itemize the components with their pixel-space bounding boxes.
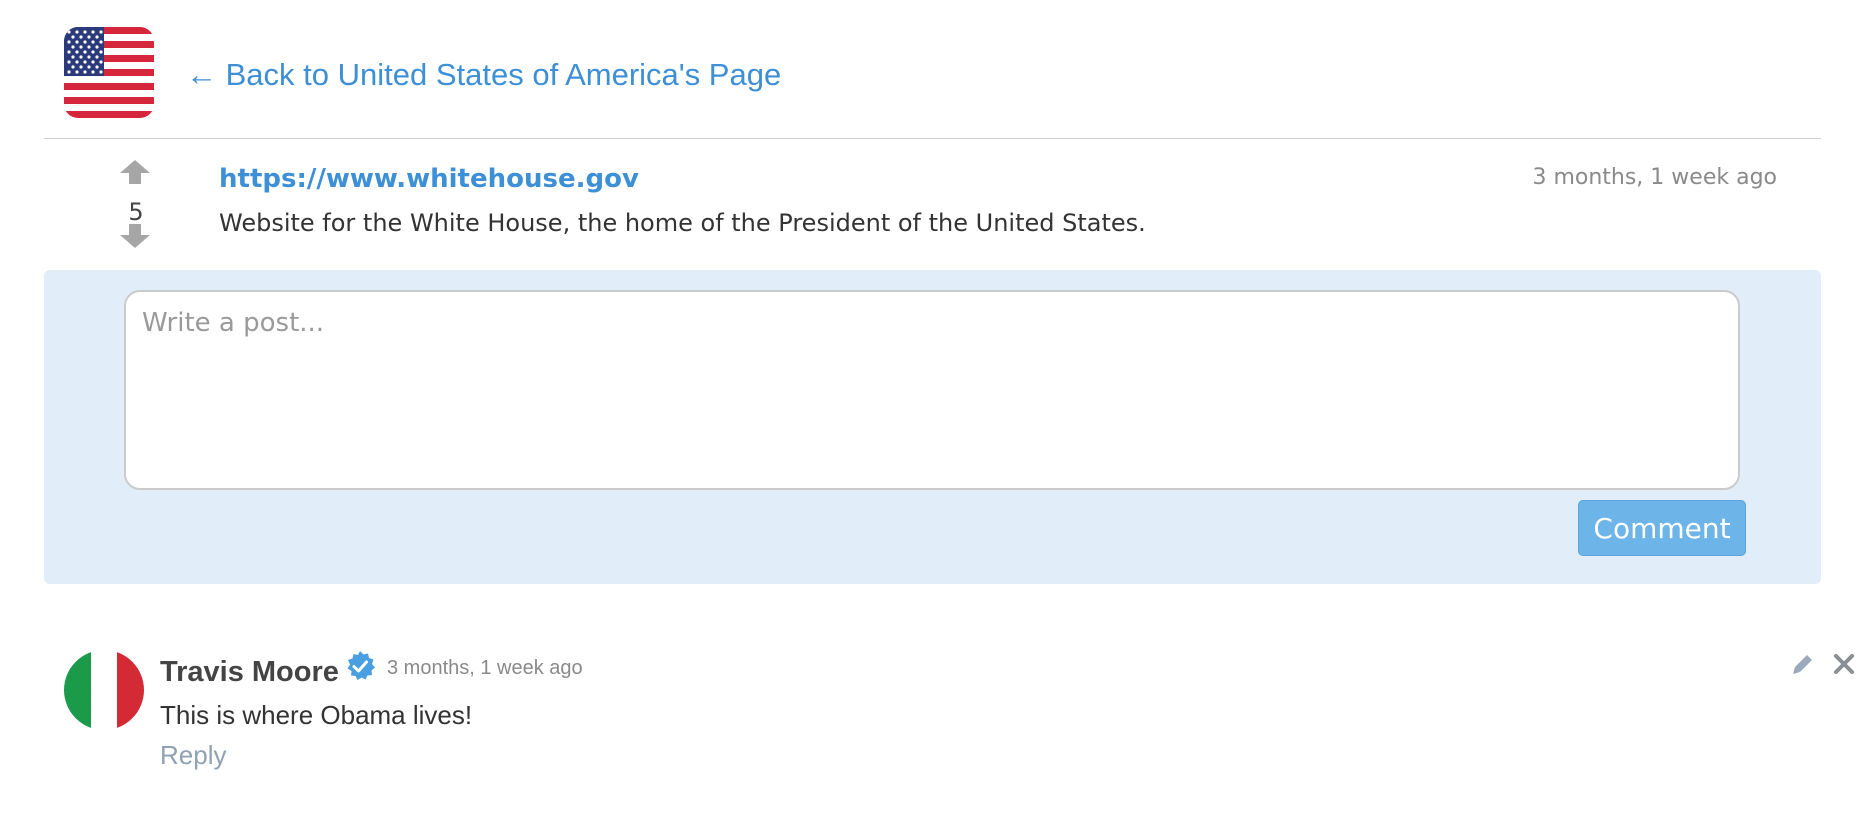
us-flag-icon <box>64 27 154 118</box>
post-url-link[interactable]: https://www.whitehouse.gov <box>219 164 639 194</box>
arrow-down-icon[interactable] <box>120 224 150 248</box>
post-input[interactable] <box>124 290 1740 490</box>
pencil-icon[interactable] <box>1791 652 1815 676</box>
comment-text: This is where Obama lives! <box>160 700 473 730</box>
reply-link[interactable]: Reply <box>160 740 226 771</box>
link-post: 5 https://www.whitehouse.gov 3 months, 1… <box>44 150 1821 260</box>
post-description: Website for the White House, the home of… <box>219 209 1146 237</box>
close-icon[interactable] <box>1832 652 1856 676</box>
post-composer: Comment <box>44 270 1821 584</box>
comment-button[interactable]: Comment <box>1578 500 1746 556</box>
comment-item: Travis Moore 3 months, 1 week ago This i… <box>64 650 1854 780</box>
header-divider <box>44 138 1821 139</box>
verified-badge-icon <box>347 651 375 680</box>
arrow-up-icon[interactable] <box>120 160 150 184</box>
comment-timestamp: 3 months, 1 week ago <box>387 657 583 679</box>
back-to-country-link[interactable]: ← Back to United States of America's Pag… <box>186 57 781 93</box>
page-header: ← Back to United States of America's Pag… <box>64 27 1824 119</box>
vote-widget: 5 <box>116 160 156 248</box>
comment-author[interactable]: Travis Moore <box>160 656 339 689</box>
post-timestamp: 3 months, 1 week ago <box>1532 165 1777 190</box>
vote-count: 5 <box>128 198 144 226</box>
italy-flag-avatar[interactable] <box>64 650 144 730</box>
